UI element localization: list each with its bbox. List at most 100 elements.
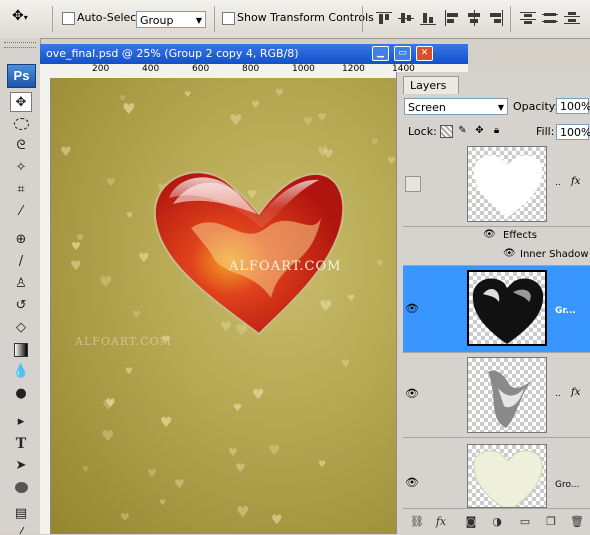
show-transform-checkbox[interactable] <box>222 12 235 25</box>
eyedropper-tool-icon[interactable]: ⁄ <box>10 202 32 222</box>
move-tool-icon[interactable]: ✥ <box>10 92 32 112</box>
gradient-tool-icon[interactable] <box>10 340 32 360</box>
new-layer-icon[interactable]: ❐ <box>543 514 559 530</box>
fill-field[interactable]: 100% <box>556 124 590 140</box>
opacity-field[interactable]: 100% <box>556 98 590 114</box>
tab-layers[interactable]: Layers × <box>403 76 459 110</box>
layer-name: .. <box>555 389 561 399</box>
watermark-main: ALFOART.COM <box>229 259 342 274</box>
options-bar: ✥▾ Auto-Select: Group ▼ Show Transform C… <box>0 0 590 39</box>
eye-icon[interactable]: 👁︎ <box>503 248 516 259</box>
layer-fx-icon[interactable]: fx <box>571 387 580 398</box>
layer-thumbnail <box>467 444 547 508</box>
lock-pixels-icon[interactable]: ✎ <box>457 125 468 136</box>
layer-thumbnail <box>467 146 547 222</box>
magic-wand-tool-icon[interactable]: ✧ <box>10 158 32 178</box>
layer-thumbnail <box>467 270 547 346</box>
eye-icon[interactable]: 👁︎ <box>403 300 421 318</box>
align-left-icon[interactable] <box>444 10 460 26</box>
close-button[interactable]: ✕ <box>416 46 433 61</box>
link-icon[interactable]: ⛓ <box>409 514 425 530</box>
minimize-button[interactable]: ▁ <box>372 46 389 61</box>
adjustment-icon[interactable]: ◑ <box>489 514 505 530</box>
blend-mode-value: Screen <box>408 101 446 114</box>
healing-brush-tool-icon[interactable]: ⊕ <box>10 230 32 250</box>
glass-heart-thumb <box>473 450 543 507</box>
ruler-label: 800 <box>242 64 260 74</box>
align-hcenter-icon[interactable] <box>466 10 482 26</box>
maximize-button[interactable]: ▭ <box>394 46 411 61</box>
blend-mode-dropdown[interactable]: Screen ▼ <box>404 98 508 115</box>
close-icon: ✕ <box>420 48 429 58</box>
auto-select-value: Group <box>140 14 174 27</box>
fx-icon[interactable]: fx <box>433 514 449 530</box>
distribute-top-icon[interactable] <box>520 10 536 26</box>
effects-row[interactable]: 👁︎ Effects <box>403 227 590 245</box>
eye-icon[interactable]: 👁︎ <box>403 474 421 492</box>
inner-shadow-row[interactable]: 👁︎ Inner Shadow <box>403 246 590 266</box>
align-top-icon[interactable] <box>376 10 392 26</box>
layer-row[interactable]: .. fx <box>403 144 590 227</box>
distribute-bottom-icon[interactable] <box>564 10 580 26</box>
ruler-label: 200 <box>92 64 110 74</box>
trash-icon[interactable]: 🗑︎ <box>569 514 585 530</box>
layer-row[interactable]: 👁︎ .. fx <box>403 353 590 438</box>
lasso-tool-icon[interactable]: ᘓ <box>10 136 32 156</box>
distribute-vcenter-icon[interactable] <box>542 10 558 26</box>
layers-tab-label: Layers <box>410 79 447 92</box>
ruler-label: 1000 <box>292 64 315 74</box>
photoshop-logo[interactable]: Ps <box>7 64 36 88</box>
document-title-bar[interactable]: ove_final.psd @ 25% (Group 2 copy 4, RGB… <box>40 44 468 64</box>
lock-label: Lock: <box>408 125 437 138</box>
layer-thumbnail <box>467 357 547 433</box>
swirl-thumb <box>488 370 534 428</box>
divider <box>510 6 511 32</box>
dodge-tool-icon[interactable]: ● <box>10 384 32 404</box>
visibility-toggle-empty[interactable] <box>405 176 421 192</box>
clone-stamp-tool-icon[interactable]: ♙ <box>10 274 32 294</box>
direct-selection-tool-icon[interactable]: ➤ <box>10 456 32 476</box>
notes-tool-icon[interactable]: ▤ <box>10 504 32 524</box>
type-tool-icon[interactable]: T <box>10 434 32 454</box>
auto-select-dropdown[interactable]: Group ▼ <box>136 11 206 28</box>
maximize-icon: ▭ <box>398 48 407 58</box>
tools-panel-grip[interactable] <box>4 42 36 48</box>
fill-label: Fill: <box>536 125 555 138</box>
ruler-label: 1200 <box>342 64 365 74</box>
eyedropper-sampler-icon[interactable]: ⁄ <box>10 524 32 534</box>
layer-name: Gr... <box>555 306 576 316</box>
lock-transparency-icon[interactable] <box>440 125 453 138</box>
layer-row-selected[interactable]: 👁︎ Gr... <box>403 266 590 353</box>
layer-name: .. <box>555 178 561 188</box>
brush-tool-icon[interactable]: / <box>10 252 32 272</box>
auto-select-checkbox[interactable] <box>62 12 75 25</box>
ruler-label: 400 <box>142 64 160 74</box>
divider <box>52 6 53 32</box>
layer-name: Gro... <box>555 480 580 490</box>
minimize-icon: ▁ <box>377 48 384 58</box>
move-tool-preset-icon[interactable]: ✥▾ <box>12 8 42 28</box>
folder-icon[interactable]: ▭ <box>517 514 533 530</box>
layer-row[interactable]: 👁︎ Gro... <box>403 438 590 509</box>
inner-shadow-label: Inner Shadow <box>520 249 589 260</box>
blur-tool-icon[interactable]: 💧 <box>10 362 32 382</box>
eraser-tool-icon[interactable]: ◇ <box>10 318 32 338</box>
crop-tool-icon[interactable]: ⌗ <box>10 180 32 200</box>
eye-icon[interactable]: 👁︎ <box>403 385 421 403</box>
divider <box>362 6 363 32</box>
marquee-tool-icon[interactable] <box>10 114 32 134</box>
heart-mask-thumb <box>473 155 543 217</box>
ellipse-shape-tool-icon[interactable] <box>10 478 32 498</box>
layer-fx-icon[interactable]: fx <box>571 176 580 187</box>
align-bottom-icon[interactable] <box>420 10 436 26</box>
history-brush-tool-icon[interactable]: ↺ <box>10 296 32 316</box>
eye-icon[interactable]: 👁︎ <box>483 229 496 240</box>
align-vcenter-icon[interactable] <box>398 10 414 26</box>
document-title: ove_final.psd @ 25% (Group 2 copy 4, RGB… <box>46 47 299 60</box>
align-right-icon[interactable] <box>488 10 504 26</box>
lock-all-icon[interactable]: 🔒︎ <box>491 125 502 136</box>
lock-position-icon[interactable]: ✥ <box>474 125 485 136</box>
ruler-label: 600 <box>192 64 210 74</box>
mask-icon[interactable]: ◙ <box>463 514 479 530</box>
path-selection-tool-icon[interactable]: ▸ <box>10 412 32 432</box>
